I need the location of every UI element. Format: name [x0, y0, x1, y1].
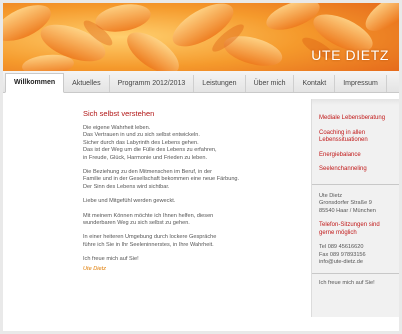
sidebar-links: Mediale Lebensberatung Coaching in allen…	[312, 105, 399, 185]
contact-fax: Fax 089 97893156	[319, 251, 366, 258]
nav-item-kontakt[interactable]: Kontakt	[294, 75, 336, 92]
text-line: Sicher durch das Labyrinth des Lebens ge…	[83, 139, 199, 146]
contact-city: 85540 Haar / München	[319, 207, 376, 214]
text-line: Mit meinem Können möchte ich Ihnen helfe…	[83, 212, 214, 219]
text-line: führe ich Sie in Ihr Seeleninnerstes, in…	[83, 241, 214, 248]
sidebar-link-mediale-lebensberatung[interactable]: Mediale Lebensberatung	[319, 115, 394, 123]
nav-item-impressum[interactable]: Impressum	[335, 75, 387, 92]
text-line: Liebe und Mitgefühl werden geweckt.	[83, 198, 176, 205]
nav-item-aktuelles[interactable]: Aktuelles	[64, 75, 110, 92]
phone-sessions-note: Telefon-Sitzungen sind gerne möglich	[319, 222, 380, 236]
contact-email[interactable]: info@ute-dietz.de	[319, 259, 394, 266]
paragraph: Die eigene Wahrheit leben. Das Vertrauen…	[83, 125, 298, 162]
text-line: wunderbaren Weg zu sich selbst zu gehen.	[83, 220, 190, 227]
sidebar-link-energiebalance[interactable]: Energiebalance	[319, 152, 394, 160]
text-line: in Freude, Glück, Harmonie und Frieden z…	[83, 154, 208, 161]
text-line: Die eigene Wahrheit leben.	[83, 125, 151, 131]
sidebar-footer-text: Ich freue mich auf Sie!	[312, 272, 399, 292]
brand-name: UTE DIETZ	[311, 47, 389, 63]
contact-street: Gronsdorfer Straße 9	[319, 200, 372, 207]
sidebar-link-coaching[interactable]: Coaching in allen Lebenssituationen	[319, 130, 394, 145]
page-frame: UTE DIETZ Willkommen Aktuelles Programm …	[3, 3, 399, 331]
nav-item-leistungen[interactable]: Leistungen	[194, 75, 246, 92]
text-line: Das Vertrauen in und zu sich selbst entw…	[83, 132, 200, 139]
text-line: In einer heiteren Umgebung durch lockere…	[83, 234, 217, 241]
sidebar-link-seelenchanneling[interactable]: Seelenchanneling	[319, 166, 394, 174]
contact-phone: Tel 089 45616620	[319, 244, 364, 251]
contact-block: Ute Dietz Gronsdorfer Straße 9 85540 Haa…	[312, 185, 399, 267]
nav-item-willkommen[interactable]: Willkommen	[5, 73, 65, 93]
paragraph: Mit meinem Können möchte ich Ihnen helfe…	[83, 213, 298, 228]
contact-name: Ute Dietz	[319, 192, 343, 199]
paragraph: In einer heiteren Umgebung durch lockere…	[83, 234, 298, 249]
signature: Ute Dietz	[83, 265, 107, 272]
main-content: Sich selbst verstehen Die eigene Wahrhei…	[83, 109, 298, 272]
paragraph: Die Beziehung zu den Mitmenschen im Beru…	[83, 169, 298, 191]
text-line: Der Sinn des Lebens wird sichtbar.	[83, 183, 170, 190]
page-heading: Sich selbst verstehen	[83, 109, 155, 118]
text-line: Die Beziehung zu den Mitmenschen im Beru…	[83, 169, 213, 176]
text-line: Ich freue mich auf Sie!	[83, 256, 139, 263]
sidebar: Mediale Lebensberatung Coaching in allen…	[311, 99, 399, 317]
nav-item-programm[interactable]: Programm 2012/2013	[110, 75, 195, 92]
header-banner: UTE DIETZ	[3, 3, 399, 71]
paragraph: Ich freue mich auf Sie!	[83, 256, 298, 263]
text-line: Familie und in der Gesellschaft bekommen…	[83, 176, 240, 183]
main-navigation: Willkommen Aktuelles Programm 2012/2013 …	[3, 71, 399, 93]
paragraph: Liebe und Mitgefühl werden geweckt.	[83, 198, 298, 205]
nav-item-ueber-mich[interactable]: Über mich	[246, 75, 295, 92]
text-line: Das ist der Weg um die Fülle des Lebens …	[83, 147, 217, 154]
